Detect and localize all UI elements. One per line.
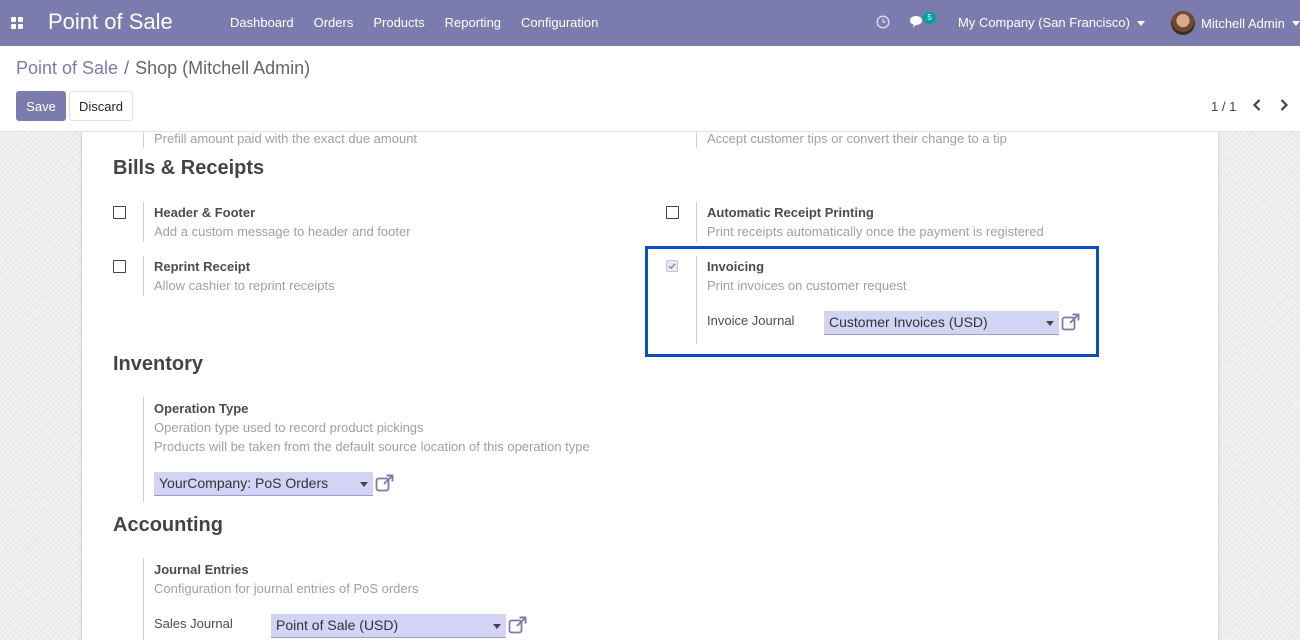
external-link-icon[interactable] — [375, 474, 394, 493]
menu-orders[interactable]: Orders — [304, 0, 364, 46]
user-name: Mitchell Admin — [1201, 15, 1285, 31]
user-menu[interactable]: Mitchell Admin — [1171, 0, 1300, 46]
header-footer-description: Add a custom message to header and foote… — [154, 224, 411, 239]
header-footer-label: Header & Footer — [154, 205, 256, 220]
chevron-down-icon — [1291, 20, 1300, 26]
reprint-receipt-description: Allow cashier to reprint receipts — [154, 278, 335, 293]
breadcrumb: Point of Sale / Shop (Mitchell Admin) — [16, 58, 310, 79]
header-footer-checkbox[interactable] — [113, 206, 126, 219]
company-switcher[interactable]: My Company (San Francisco) — [958, 0, 1145, 46]
setting-divider — [143, 256, 144, 296]
setting-divider — [696, 202, 697, 242]
menu-products[interactable]: Products — [363, 0, 434, 46]
external-link-icon[interactable] — [508, 616, 527, 635]
operation-type-description-2: Products will be taken from the default … — [154, 439, 590, 454]
section-title-accounting: Accounting — [113, 514, 223, 536]
invoicing-highlight-box — [645, 246, 1099, 357]
pager-next-icon[interactable] — [1277, 97, 1291, 113]
reprint-receipt-label: Reprint Receipt — [154, 259, 251, 274]
operation-type-select[interactable]: YourCompany: PoS Orders — [154, 472, 373, 496]
automatic-receipt-printing-description: Print receipts automatically once the pa… — [707, 224, 1044, 239]
section-title-bills-receipts: Bills & Receipts — [113, 157, 265, 179]
breadcrumb-separator: / — [124, 58, 130, 78]
setting-divider — [696, 132, 697, 148]
setting-divider — [143, 202, 144, 242]
discard-button[interactable]: Discard — [69, 91, 133, 121]
menu-dashboard[interactable]: Dashboard — [220, 0, 304, 46]
menu-reporting[interactable]: Reporting — [435, 0, 511, 46]
section-title-inventory: Inventory — [113, 353, 204, 375]
menu-configuration[interactable]: Configuration — [511, 0, 608, 46]
breadcrumb-parent[interactable]: Point of Sale — [16, 58, 118, 78]
operation-type-description: Operation type used to record product pi… — [154, 420, 424, 435]
setting-divider — [143, 397, 144, 502]
form-sheet: Prefill amount paid with the exact due a… — [81, 132, 1219, 640]
form-view-background: Prefill amount paid with the exact due a… — [0, 132, 1300, 640]
sales-journal-value: Point of Sale (USD) — [276, 617, 399, 633]
control-panel: Point of Sale / Shop (Mitchell Admin) Save… — [0, 46, 1300, 132]
dropdown-caret-icon — [493, 624, 501, 629]
save-button[interactable]: Save — [16, 91, 66, 121]
operation-type-value: YourCompany: PoS Orders — [159, 475, 329, 491]
chat-count-badge: 5 — [923, 12, 936, 24]
company-name: My Company (San Francisco) — [958, 15, 1130, 30]
journal-entries-description: Configuration for journal entries of PoS… — [154, 581, 419, 596]
automatic-receipt-printing-checkbox[interactable] — [666, 206, 679, 219]
setting-divider — [143, 132, 144, 148]
operation-type-label: Operation Type — [154, 401, 249, 416]
setting-divider — [143, 558, 144, 640]
pager-previous-icon[interactable] — [1250, 97, 1264, 113]
automatic-receipt-printing-label: Automatic Receipt Printing — [707, 205, 874, 220]
sales-journal-label: Sales Journal — [154, 616, 233, 631]
apps-menu-icon[interactable] — [11, 17, 23, 29]
chevron-down-icon — [1136, 21, 1145, 27]
reprint-receipt-checkbox[interactable] — [113, 260, 126, 273]
pager-value[interactable]: 1 / 1 — [1211, 99, 1236, 114]
dropdown-caret-icon — [360, 482, 368, 487]
sales-journal-select[interactable]: Point of Sale (USD) — [271, 614, 506, 638]
main-menu: Dashboard Orders Products Reporting Conf… — [220, 0, 608, 46]
tips-description: Accept customer tips or convert their ch… — [707, 132, 1007, 146]
app-title[interactable]: Point of Sale — [48, 9, 173, 35]
avatar — [1171, 11, 1195, 35]
activity-clock-icon[interactable] — [876, 15, 890, 29]
prefill-amount-description: Prefill amount paid with the exact due a… — [154, 132, 418, 146]
top-navbar: Point of Sale Dashboard Orders Products … — [0, 0, 1300, 46]
journal-entries-label: Journal Entries — [154, 562, 249, 577]
breadcrumb-current: Shop (Mitchell Admin) — [135, 58, 311, 78]
